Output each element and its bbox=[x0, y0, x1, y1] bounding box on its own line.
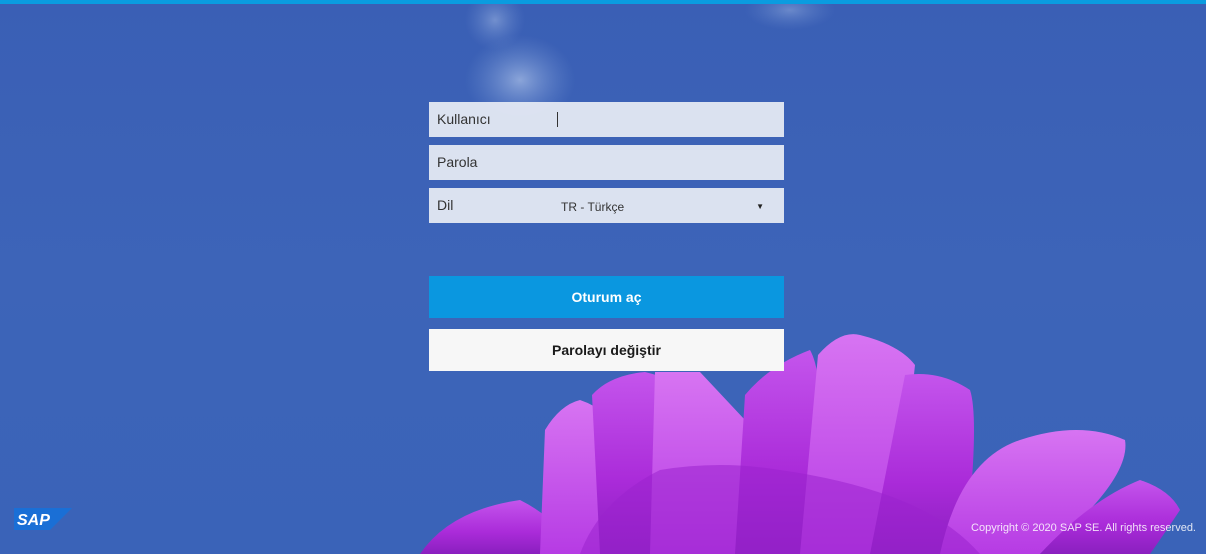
sap-logo-text: SAP bbox=[17, 512, 50, 529]
dropdown-arrow-icon[interactable]: ▼ bbox=[756, 188, 764, 223]
password-input[interactable] bbox=[554, 145, 776, 180]
username-label: Kullanıcı bbox=[437, 111, 491, 127]
password-field[interactable]: Parola bbox=[429, 145, 784, 180]
username-input[interactable] bbox=[554, 102, 776, 137]
copyright-text: Copyright © 2020 SAP SE. All rights rese… bbox=[971, 522, 1196, 534]
password-label: Parola bbox=[437, 154, 478, 170]
change-password-button[interactable]: Parolayı değiştir bbox=[429, 329, 784, 371]
username-field[interactable]: Kullanıcı bbox=[429, 102, 784, 137]
login-form: Kullanıcı Parola Dil TR - Türkçe ▼ Oturu… bbox=[429, 102, 784, 371]
login-page: Kullanıcı Parola Dil TR - Türkçe ▼ Oturu… bbox=[0, 0, 1206, 554]
language-label: Dil bbox=[437, 197, 454, 213]
text-cursor bbox=[557, 112, 558, 127]
language-select[interactable]: Dil TR - Türkçe ▼ bbox=[429, 188, 784, 223]
sap-logo: SAP bbox=[14, 508, 72, 530]
logon-button[interactable]: Oturum aç bbox=[429, 276, 784, 318]
language-value[interactable]: TR - Türkçe bbox=[561, 188, 624, 223]
